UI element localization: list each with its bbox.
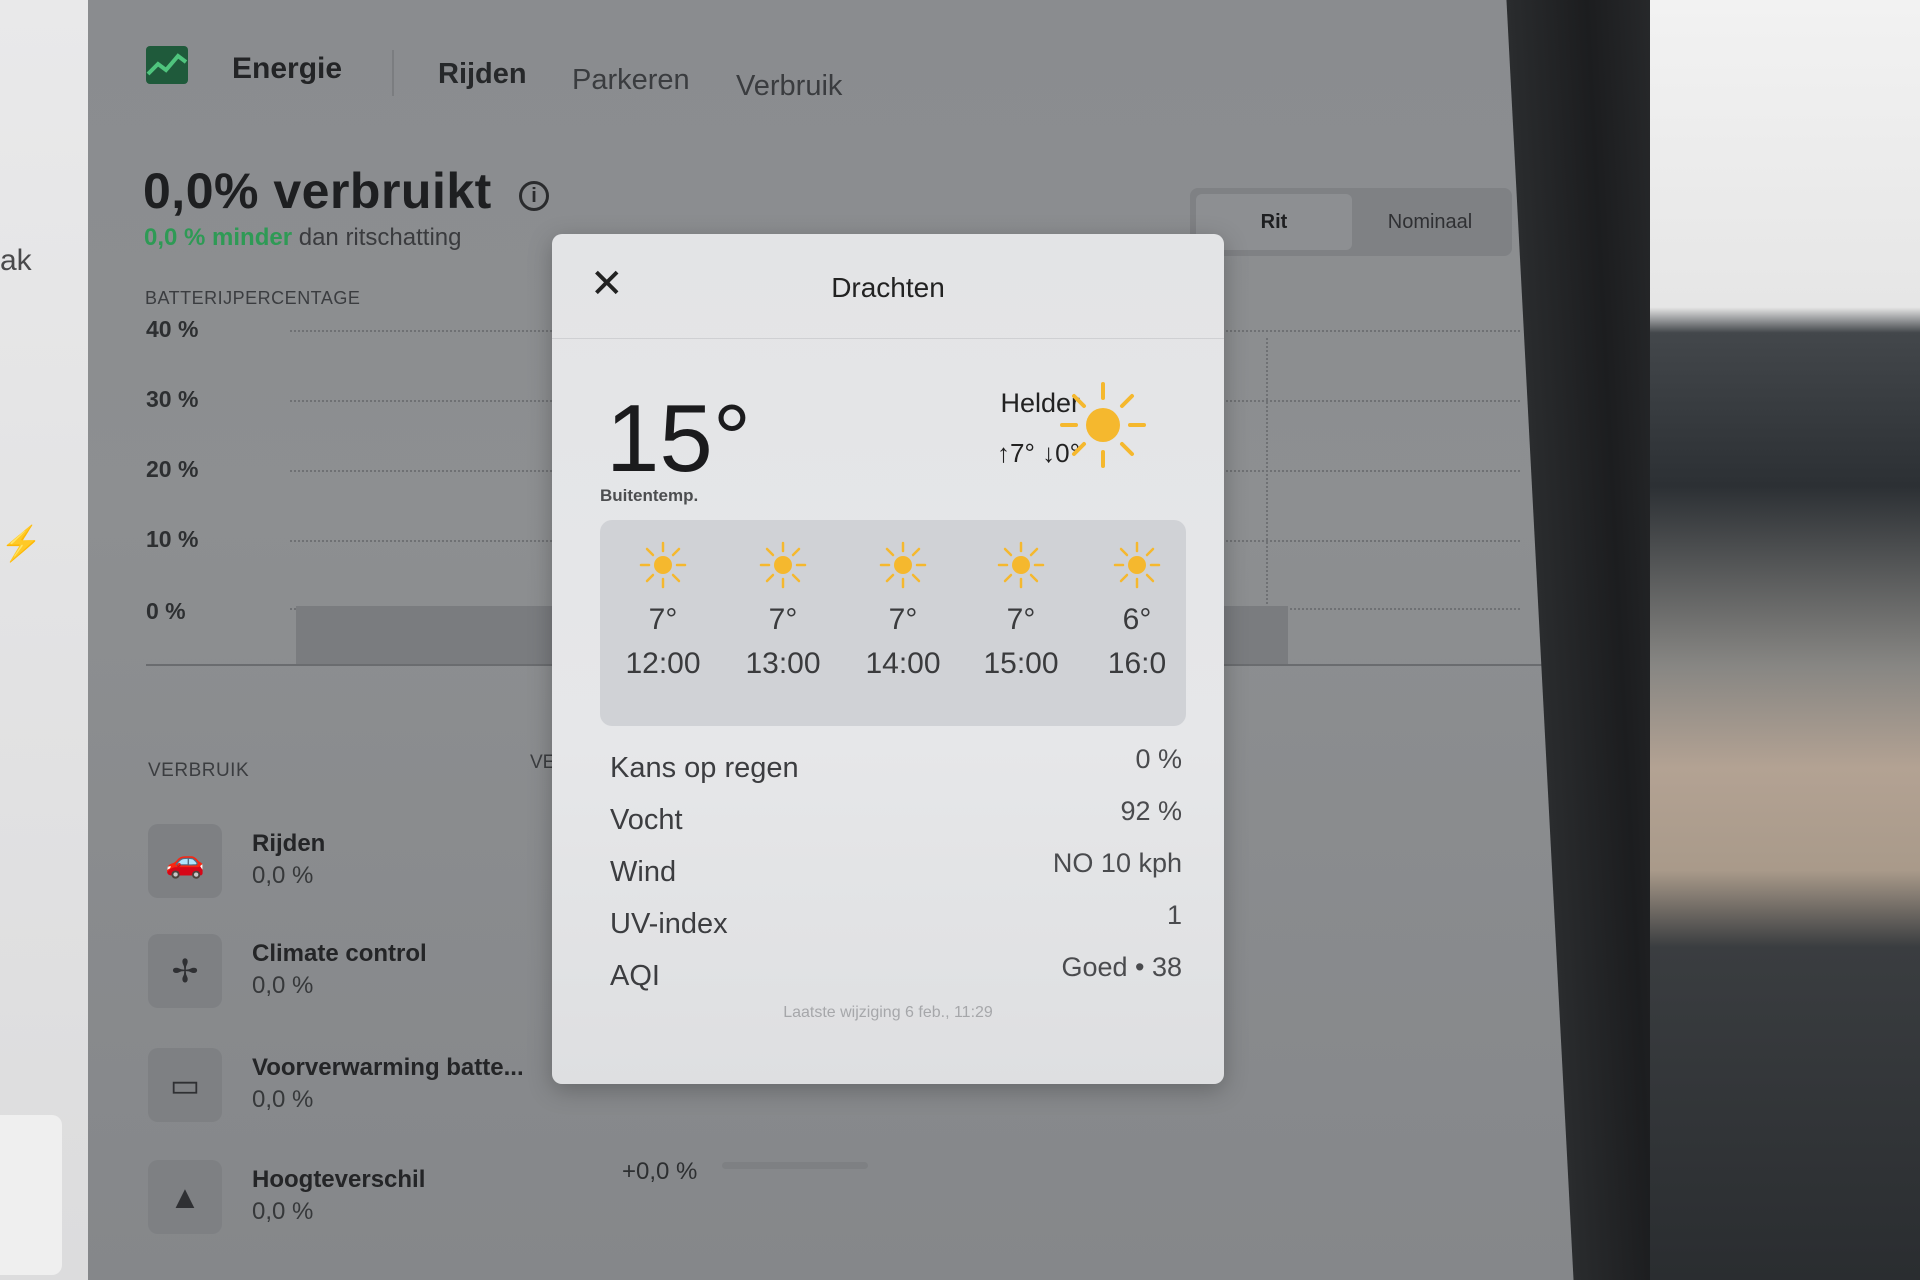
left-panel: ak ⚡ <box>0 0 88 1280</box>
outside-temperature: 15° <box>606 385 752 492</box>
detail-label: AQI <box>610 960 660 992</box>
chart-title: BATTERIJPERCENTAGE <box>145 288 361 308</box>
temperature-label: Buitentemp. <box>600 486 699 505</box>
y-tick-label: 0 % <box>146 598 186 624</box>
energy-app-icon <box>146 46 188 84</box>
popup-divider <box>552 338 1224 339</box>
car-icon: 🚗 <box>148 824 222 898</box>
y-tick-label: 40 % <box>146 316 199 342</box>
row-name: Climate control <box>252 940 427 967</box>
hour-temp: 7° <box>888 603 918 636</box>
consumption-headline: 0,0% verbruikt <box>143 163 492 219</box>
hoogte-delta: +0,0 % <box>622 1158 698 1185</box>
detail-row: Vocht 92 % <box>610 796 1182 844</box>
sun-icon <box>759 541 807 589</box>
y-tick-label: 20 % <box>146 456 199 482</box>
nav-title: Energie <box>232 52 343 85</box>
row-value: 0,0 % <box>252 972 314 999</box>
hourly-item: 7° 15:00 <box>966 540 1076 681</box>
detail-label: Wind <box>610 856 677 888</box>
detail-label: Vocht <box>610 804 683 836</box>
sun-icon <box>997 541 1045 589</box>
info-icon[interactable]: i <box>519 181 549 211</box>
detail-label: Kans op regen <box>610 752 799 784</box>
row-name: Rijden <box>252 830 326 857</box>
hourly-item: 7° 12:00 <box>608 540 718 681</box>
hourly-item: 7° 14:00 <box>848 540 958 681</box>
hourly-item: 6° 16:0 <box>1082 540 1186 681</box>
detail-value: 0 % <box>1135 744 1182 774</box>
list-item[interactable]: ▲ Hoogteverschil 0,0 % <box>148 1160 848 1240</box>
weather-popup: ✕ Drachten 15° Buitentemp. Helder ↑7° ↓0… <box>552 234 1224 1084</box>
row-value: 0,0 % <box>252 1198 314 1225</box>
mode-segmented-control: Rit Nominaal <box>1190 188 1512 256</box>
hour-temp: 7° <box>768 603 798 636</box>
estimate-text: dan ritschatting <box>292 224 462 251</box>
car-interior-background <box>1650 0 1920 1280</box>
row-name: Hoogteverschil <box>252 1166 426 1193</box>
detail-row: UV-index 1 <box>610 900 1182 948</box>
detail-value: 92 % <box>1120 796 1182 826</box>
sun-icon <box>639 541 687 589</box>
estimate-subline: 0,0 % minder dan ritschatting <box>144 224 462 252</box>
detail-value: Goed • 38 <box>1061 952 1182 982</box>
detail-row: AQI Goed • 38 <box>610 952 1182 1000</box>
detail-row: Wind NO 10 kph <box>610 848 1182 896</box>
nav-divider <box>392 50 394 96</box>
fan-icon: ✢ <box>148 934 222 1008</box>
hour-time: 13:00 <box>745 647 821 680</box>
detail-row: Kans op regen 0 % <box>610 744 1182 792</box>
row-name: Voorverwarming batte... <box>252 1054 524 1081</box>
hour-time: 16:0 <box>1107 647 1167 680</box>
detail-value: NO 10 kph <box>1052 848 1182 878</box>
hourly-item: 7° 13:00 <box>728 540 838 681</box>
hour-time: 15:00 <box>983 647 1059 680</box>
hour-time: 12:00 <box>625 647 701 680</box>
battery-icon: ▭ <box>148 1048 222 1122</box>
sun-icon <box>1060 382 1146 468</box>
last-updated: Laatste wijziging 6 feb., 11:29 <box>783 1004 993 1021</box>
high-low-temps: ↑7° ↓0° <box>997 438 1080 468</box>
hour-temp: 6° <box>1122 603 1152 636</box>
row-value: 0,0 % <box>252 1086 314 1113</box>
y-tick-label: 10 % <box>146 526 199 552</box>
hour-temp: 7° <box>648 603 678 636</box>
detail-value: 1 <box>1166 900 1182 930</box>
charging-bolt-icon[interactable]: ⚡ <box>0 524 42 564</box>
side-card[interactable] <box>0 1115 62 1275</box>
hour-temp: 7° <box>1006 603 1036 636</box>
detail-label: UV-index <box>610 908 728 940</box>
car-screen: ak ⚡ Energie Rijden Parkeren Verbruik 0,… <box>0 0 1680 1280</box>
sun-icon <box>879 541 927 589</box>
hourly-forecast[interactable]: 7° 12:00 7° 13:00 7° 14:00 7° 15:00 6° 1… <box>600 520 1186 726</box>
hoogte-bar <box>722 1162 868 1169</box>
segment-nominaal[interactable]: Nominaal <box>1354 194 1506 250</box>
tab-rijden[interactable]: Rijden <box>438 58 527 91</box>
mountain-icon: ▲ <box>148 1160 222 1234</box>
y-tick-label: 30 % <box>146 386 199 412</box>
chart-marker <box>1266 338 1268 608</box>
side-panel-text: ak <box>0 244 32 277</box>
hour-time: 14:00 <box>865 647 941 680</box>
verbruik-section-label: VERBRUIK <box>148 760 250 781</box>
row-value: 0,0 % <box>252 862 314 889</box>
tab-verbruik[interactable]: Verbruik <box>736 70 842 103</box>
tab-parkeren[interactable]: Parkeren <box>572 64 690 97</box>
weather-city: Drachten <box>831 272 945 303</box>
estimate-delta: 0,0 % minder <box>144 224 293 251</box>
sun-icon <box>1113 541 1161 589</box>
